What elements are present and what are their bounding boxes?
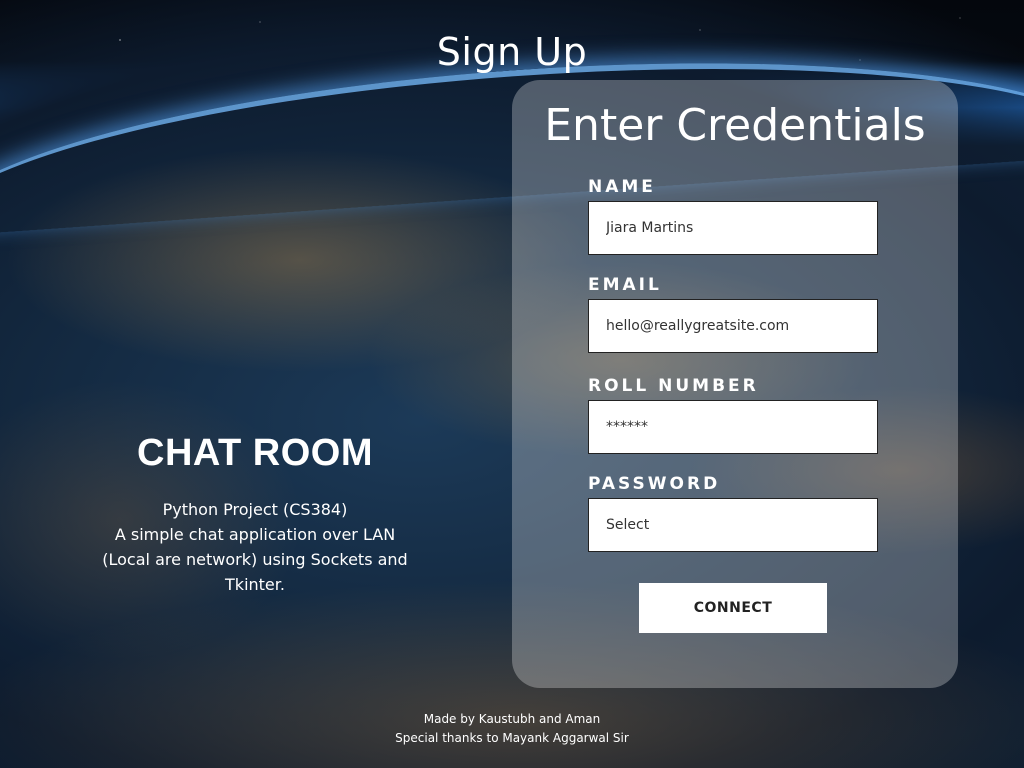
password-field[interactable] bbox=[588, 498, 878, 552]
roll-number-field[interactable] bbox=[588, 400, 878, 454]
credentials-form: Enter Credentials NAME EMAIL ROLL NUMBER… bbox=[512, 80, 958, 688]
intro-description-line: Tkinter. bbox=[225, 575, 285, 594]
email-field[interactable] bbox=[588, 299, 878, 353]
footer: Made by Kaustubh and Aman Special thanks… bbox=[0, 710, 1024, 748]
footer-thanks: Special thanks to Mayank Aggarwal Sir bbox=[395, 731, 629, 745]
name-label: NAME bbox=[588, 177, 656, 197]
intro-section: CHAT ROOM Python Project (CS384) A simpl… bbox=[95, 432, 415, 597]
name-field[interactable] bbox=[588, 201, 878, 255]
roll-number-label: ROLL NUMBER bbox=[588, 376, 759, 396]
form-title: Enter Credentials bbox=[544, 100, 926, 151]
intro-description-line: Python Project (CS384) bbox=[162, 500, 348, 519]
intro-description: Python Project (CS384) A simple chat app… bbox=[95, 497, 415, 597]
email-label: EMAIL bbox=[588, 275, 662, 295]
intro-heading: CHAT ROOM bbox=[137, 432, 373, 474]
password-label: PASSWORD bbox=[588, 474, 721, 494]
connect-button[interactable]: CONNECT bbox=[639, 583, 827, 633]
footer-credits: Made by Kaustubh and Aman bbox=[423, 712, 601, 726]
intro-description-line: A simple chat application over LAN bbox=[114, 525, 396, 544]
intro-description-line: (Local are network) using Sockets and bbox=[102, 550, 408, 569]
page-title: Sign Up bbox=[436, 30, 588, 74]
